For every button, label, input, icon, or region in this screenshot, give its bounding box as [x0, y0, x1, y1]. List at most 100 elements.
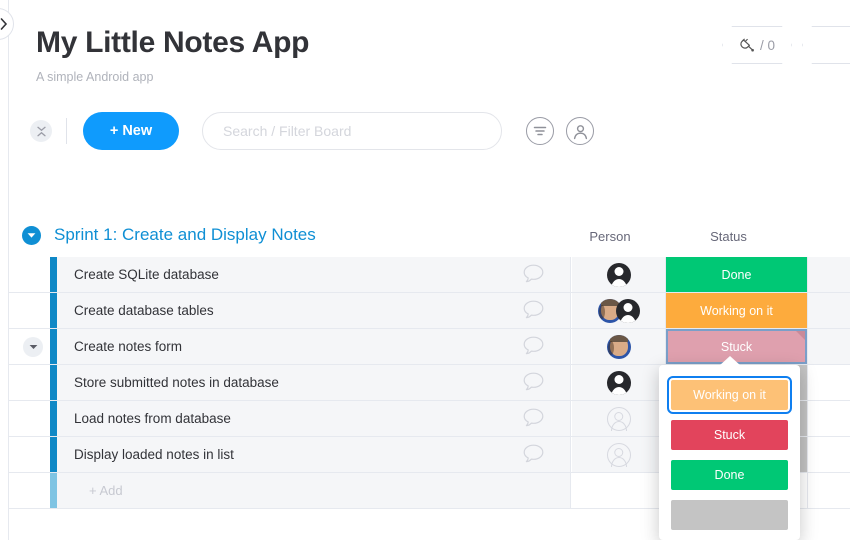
row-gutter — [9, 365, 50, 400]
cell-empty — [807, 257, 850, 292]
cell-empty — [807, 401, 850, 436]
avatar-placeholder[interactable] — [606, 442, 631, 467]
column-header-person[interactable]: Person — [563, 229, 657, 244]
cell-empty — [807, 473, 850, 508]
row-color-bar — [50, 329, 57, 364]
cell-item-name[interactable]: Display loaded notes in list — [57, 437, 571, 472]
row-gutter — [9, 257, 50, 292]
status-option[interactable]: Working on it — [667, 376, 792, 414]
integrations-count: / 0 — [759, 37, 775, 53]
cell-person[interactable] — [572, 257, 666, 292]
chevron-right-icon — [0, 18, 7, 30]
person-filter-button[interactable] — [566, 117, 594, 145]
comment-icon[interactable] — [523, 372, 544, 391]
group-collapse-button[interactable] — [22, 225, 41, 245]
expand-sidebar-button[interactable] — [0, 8, 14, 40]
group-title: Sprint 1: Create and Display Notes — [54, 225, 316, 244]
cell-item-name[interactable]: Create database tables — [57, 293, 571, 328]
avatar[interactable] — [606, 370, 631, 395]
table-row[interactable]: Create database tables Working on it — [9, 293, 850, 329]
avatar[interactable] — [606, 334, 631, 359]
item-name-text: Create SQLite database — [74, 267, 219, 282]
header-badges: / 0 — [722, 26, 850, 64]
cell-item-name[interactable]: Load notes from database — [57, 401, 571, 436]
secondary-badge[interactable] — [802, 26, 850, 64]
plug-icon — [739, 37, 755, 53]
person-circle-icon — [573, 124, 587, 139]
row-gutter — [9, 401, 50, 436]
avatar-placeholder[interactable] — [606, 406, 631, 431]
comment-icon[interactable] — [523, 444, 544, 463]
cell-person[interactable] — [572, 329, 666, 364]
row-color-bar — [50, 473, 57, 508]
cell-empty — [807, 437, 850, 472]
cell-item-name[interactable]: Store submitted notes in database — [57, 365, 571, 400]
row-color-bar — [50, 365, 57, 400]
notes-board-app: My Little Notes App A simple Android app… — [0, 0, 850, 540]
search-input[interactable] — [202, 112, 502, 150]
caret-down-icon — [27, 232, 36, 238]
cell-person[interactable] — [572, 401, 666, 436]
cell-person[interactable] — [572, 437, 666, 472]
collapse-vertical-icon — [36, 126, 46, 136]
add-item-label: + Add — [89, 483, 123, 498]
filter-button[interactable] — [526, 117, 554, 145]
comment-button[interactable] — [523, 372, 544, 396]
comment-icon[interactable] — [523, 408, 544, 427]
cell-item-name[interactable]: Create notes form — [57, 329, 571, 364]
status-dropdown: Working on it Stuck Done — [659, 365, 800, 540]
row-color-bar — [50, 437, 57, 472]
table-row[interactable]: Create SQLite database Done — [9, 257, 850, 293]
new-item-button[interactable]: + New — [83, 112, 179, 150]
comment-button[interactable] — [523, 336, 544, 360]
left-rail — [0, 0, 14, 540]
collapse-all-button[interactable] — [30, 120, 52, 142]
cell-person[interactable] — [572, 293, 666, 328]
status-option[interactable]: Stuck — [671, 420, 788, 450]
status-option-label: Done — [714, 468, 745, 482]
cell-status[interactable]: Done — [666, 257, 807, 292]
status-option[interactable]: Done — [671, 460, 788, 490]
column-header-status[interactable]: Status — [658, 229, 799, 244]
comment-icon[interactable] — [523, 336, 544, 355]
cell-empty — [807, 329, 850, 364]
avatar[interactable] — [615, 298, 640, 323]
item-name-text: Create database tables — [74, 303, 214, 318]
item-name-text: Load notes from database — [74, 411, 231, 426]
cell-person — [572, 473, 666, 508]
comment-icon[interactable] — [523, 300, 544, 319]
comment-icon[interactable] — [523, 264, 544, 283]
item-name-text: Store submitted notes in database — [74, 375, 279, 390]
row-menu-button[interactable] — [23, 337, 43, 357]
caret-down-icon — [29, 345, 37, 349]
board-toolbar: + New — [30, 112, 594, 150]
cell-item-name[interactable]: Create SQLite database — [57, 257, 571, 292]
row-gutter — [9, 473, 50, 508]
row-gutter — [9, 437, 50, 472]
integrations-badge[interactable]: / 0 — [722, 26, 792, 64]
status-label: Stuck — [720, 339, 753, 354]
cell-empty — [807, 293, 850, 328]
cell-status[interactable]: Working on it — [666, 293, 807, 328]
status-option[interactable] — [671, 500, 788, 530]
item-name-text: Display loaded notes in list — [74, 447, 234, 462]
row-color-bar — [50, 293, 57, 328]
status-option-label: Working on it — [693, 388, 766, 402]
row-color-bar — [50, 257, 57, 292]
comment-button[interactable] — [523, 408, 544, 432]
row-gutter — [9, 329, 50, 364]
comment-button[interactable] — [523, 264, 544, 288]
cell-empty — [807, 365, 850, 400]
avatar[interactable] — [606, 262, 631, 287]
item-name-text: Create notes form — [74, 339, 183, 354]
status-label: Done — [721, 267, 752, 282]
comment-button[interactable] — [523, 444, 544, 468]
search-wrapper — [202, 112, 502, 150]
filter-icon — [533, 126, 547, 136]
avatar-group[interactable] — [597, 298, 640, 323]
add-item-cell[interactable]: + Add — [57, 473, 571, 508]
cell-person[interactable] — [572, 365, 666, 400]
status-option-label: Stuck — [713, 428, 746, 442]
comment-button[interactable] — [523, 300, 544, 324]
page-subtitle: A simple Android app — [36, 70, 154, 84]
